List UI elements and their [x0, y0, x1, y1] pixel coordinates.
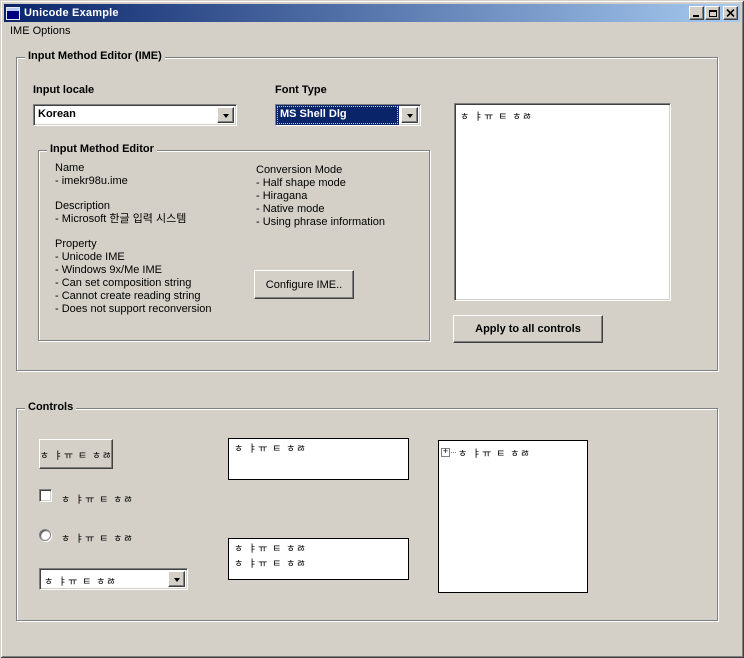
tree-connector: [451, 452, 456, 453]
sample-radio[interactable]: [39, 529, 51, 541]
window-unicode-example: Unicode Example IME Options Input Method…: [0, 0, 744, 658]
window-title: Unicode Example: [24, 7, 119, 19]
ime-name-label: Name: [55, 162, 212, 175]
sample-combobox-value: ㅎ ㅑㅠ ㅌ ㅎㅀ: [40, 569, 187, 589]
apply-to-all-controls-button[interactable]: Apply to all controls: [453, 315, 603, 343]
sample-combobox-dropdown-button[interactable]: [168, 571, 185, 587]
ime-name-value: - imekr98u.ime: [55, 175, 212, 188]
sample-treeview[interactable]: + ㅎ ㅑㅠ ㅌ ㅎㅀ: [438, 440, 588, 593]
controls-groupbox-legend: Controls: [25, 401, 76, 413]
tree-root-label: ㅎ ㅑㅠ ㅌ ㅎㅀ: [458, 445, 531, 460]
minimize-icon: [693, 15, 699, 17]
minimize-button[interactable]: [689, 6, 704, 20]
sample-edit-multiline[interactable]: ㅎ ㅑㅠ ㅌ ㅎㅀ ㅎ ㅑㅠ ㅌ ㅎㅀ: [228, 538, 409, 580]
application-icon-detail: [7, 8, 19, 11]
ime-property-item: - Unicode IME: [55, 251, 212, 264]
window-controls: [688, 6, 738, 20]
sample-button[interactable]: ㅎ ㅑㅠ ㅌ ㅎㅀ: [39, 439, 113, 469]
chevron-down-icon: [174, 578, 180, 585]
close-icon: [726, 9, 735, 17]
menu-ime-options[interactable]: IME Options: [4, 23, 77, 40]
expand-plus-icon[interactable]: +: [441, 448, 450, 457]
maximize-icon: [709, 10, 717, 17]
sample-checkbox-label[interactable]: ㅎ ㅑㅠ ㅌ ㅎㅀ: [61, 491, 134, 506]
sample-radio-label[interactable]: ㅎ ㅑㅠ ㅌ ㅎㅀ: [61, 530, 134, 545]
sample-checkbox[interactable]: [39, 489, 52, 502]
font-type-label: Font Type: [275, 84, 327, 96]
conversion-mode-column: Conversion Mode - Half shape mode - Hira…: [256, 164, 385, 229]
ime-info-left-column: Name - imekr98u.ime Description - Micros…: [55, 162, 212, 328]
ime-property-item: - Windows 9x/Me IME: [55, 264, 212, 277]
ime-property-item: - Can set composition string: [55, 277, 212, 290]
ime-property-label: Property: [55, 238, 212, 251]
ime-groupbox-legend: Input Method Editor (IME): [25, 50, 165, 62]
ime-preview-textarea[interactable]: ㅎ ㅑㅠ ㅌ ㅎㅀ: [454, 103, 671, 301]
ime-property-item: - Cannot create reading string: [55, 290, 212, 303]
font-type-value: MS Shell Dlg: [276, 105, 399, 125]
configure-ime-button[interactable]: Configure IME..: [254, 270, 354, 299]
conversion-mode-item: - Half shape mode: [256, 177, 385, 190]
conversion-mode-label: Conversion Mode: [256, 164, 385, 177]
sample-edit-line: ㅎ ㅑㅠ ㅌ ㅎㅀ: [234, 542, 403, 557]
ime-info-legend: Input Method Editor: [47, 143, 157, 155]
font-type-dropdown-button[interactable]: [401, 107, 418, 123]
maximize-button[interactable]: [705, 6, 720, 20]
conversion-mode-item: - Using phrase information: [256, 216, 385, 229]
ime-property-item: - Does not support reconversion: [55, 303, 212, 316]
input-locale-dropdown-button[interactable]: [217, 107, 234, 123]
chevron-down-icon: [223, 114, 229, 121]
ime-info-groupbox: Input Method Editor Name - imekr98u.ime …: [38, 150, 430, 341]
close-button[interactable]: [723, 6, 738, 20]
sample-combobox[interactable]: ㅎ ㅑㅠ ㅌ ㅎㅀ: [39, 568, 188, 590]
tree-root-node[interactable]: + ㅎ ㅑㅠ ㅌ ㅎㅀ: [439, 441, 587, 464]
ime-preview-text: ㅎ ㅑㅠ ㅌ ㅎㅀ: [460, 112, 533, 123]
menubar: IME Options: [4, 22, 740, 40]
chevron-down-icon: [407, 114, 413, 121]
font-type-combobox[interactable]: MS Shell Dlg: [275, 104, 421, 126]
conversion-mode-item: - Hiragana: [256, 190, 385, 203]
sample-edit-single[interactable]: ㅎ ㅑㅠ ㅌ ㅎㅀ: [228, 438, 409, 480]
sample-edit-line: ㅎ ㅑㅠ ㅌ ㅎㅀ: [234, 557, 403, 572]
ime-description-value: - Microsoft 한글 입력 시스템: [55, 213, 212, 226]
conversion-mode-item: - Native mode: [256, 203, 385, 216]
titlebar[interactable]: Unicode Example: [4, 4, 740, 22]
application-icon[interactable]: [6, 7, 20, 20]
input-locale-combobox[interactable]: Korean: [33, 104, 237, 126]
input-locale-label: Input locale: [33, 84, 94, 96]
input-locale-value: Korean: [34, 105, 236, 125]
sample-edit-single-text: ㅎ ㅑㅠ ㅌ ㅎㅀ: [234, 444, 307, 455]
ime-description-label: Description: [55, 200, 212, 213]
